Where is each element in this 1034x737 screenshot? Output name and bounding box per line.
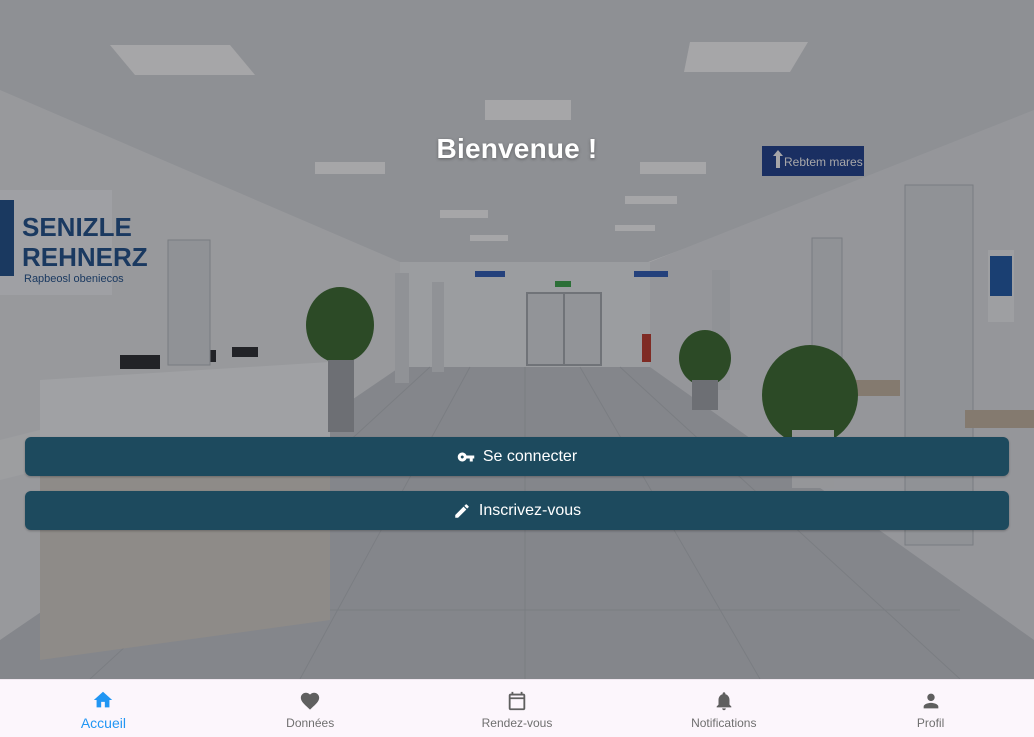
nav-item-accueil[interactable]: Accueil (0, 680, 207, 737)
pencil-icon (453, 502, 471, 520)
signup-button[interactable]: Inscrivez-vous (25, 491, 1009, 530)
person-icon (919, 689, 943, 713)
signup-button-label: Inscrivez-vous (478, 501, 582, 519)
login-button[interactable]: Se connecter (25, 437, 1009, 476)
background-overlay (0, 0, 1034, 679)
nav-item-donnees[interactable]: Données (207, 680, 414, 737)
key-icon (457, 448, 475, 466)
nav-item-profil[interactable]: Profil (827, 680, 1034, 737)
calendar-icon (505, 689, 529, 713)
nav-item-label: Notifications (691, 716, 757, 730)
bottom-navigation: Accueil Données Rendez-vous Notification… (0, 679, 1034, 737)
nav-item-label: Profil (916, 716, 945, 730)
nav-item-label: Rendez-vous (481, 716, 553, 730)
heart-icon (298, 689, 322, 713)
login-button-label: Se connecter (482, 447, 578, 465)
nav-item-notifications[interactable]: Notifications (620, 680, 827, 737)
nav-item-label: Accueil (80, 715, 126, 731)
bell-icon (712, 689, 736, 713)
welcome-title: Bienvenue ! (436, 133, 598, 164)
home-icon (91, 688, 115, 712)
nav-item-label: Données (286, 716, 335, 730)
nav-item-rendez-vous[interactable]: Rendez-vous (414, 680, 621, 737)
